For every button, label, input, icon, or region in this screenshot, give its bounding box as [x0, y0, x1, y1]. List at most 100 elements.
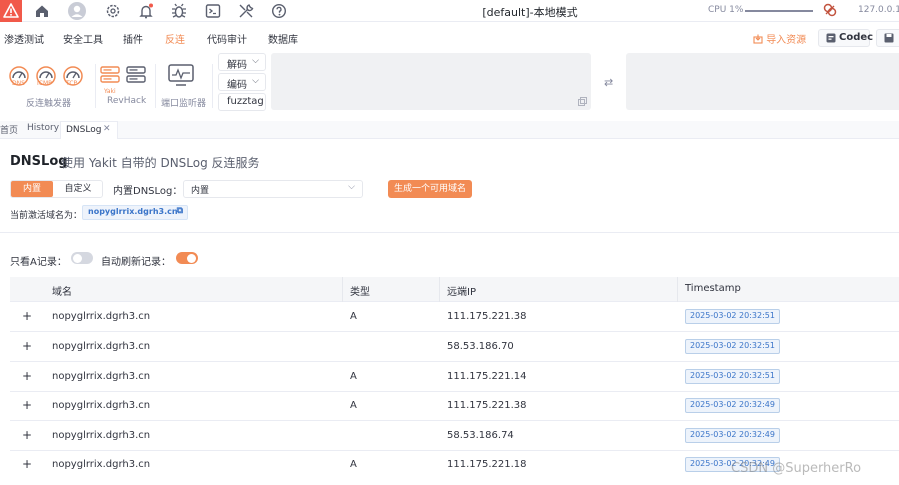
warning-logo-icon: [3, 3, 19, 18]
help-icon[interactable]: [270, 2, 288, 20]
menu-security-tools[interactable]: 安全工具: [63, 31, 103, 46]
dns-trigger-label: DNS: [12, 80, 25, 87]
expand-row-icon[interactable]: +: [22, 457, 32, 471]
engine-host: 127.0.0.1: [858, 5, 899, 15]
active-domain-value: nopyglrrix.dgrh3.cn: [88, 207, 178, 216]
column-header-timestamp: Timestamp: [685, 283, 741, 294]
close-icon[interactable]: ✕: [103, 124, 111, 134]
codec-input-area[interactable]: [271, 53, 591, 110]
column-header-type: 类型: [350, 287, 370, 298]
cell-type: A: [350, 400, 357, 411]
tab-bar: 首页 History DNSLog ✕: [0, 121, 899, 139]
expand-row-icon[interactable]: +: [22, 428, 32, 442]
table-header: 域名 类型 远端IP Timestamp: [10, 277, 899, 302]
menu-reverse[interactable]: 反连: [165, 31, 185, 46]
expand-row-icon[interactable]: +: [22, 339, 32, 353]
auto-refresh-toggle[interactable]: [176, 252, 198, 264]
table-row[interactable]: + nopyglrrix.dgrh3.cn 58.53.186.74 2025-…: [10, 422, 899, 451]
encode-dropdown[interactable]: 编码 ⌵: [218, 73, 266, 91]
window-title: [default]-本地模式: [482, 6, 578, 19]
cell-type: A: [350, 459, 357, 470]
tab-dnslog-label: DNSLog: [66, 125, 102, 135]
generate-domain-button[interactable]: 生成一个可用域名: [388, 180, 472, 198]
cell-domain: nopyglrrix.dgrh3.cn: [52, 459, 151, 470]
user-avatar-icon[interactable]: [67, 1, 87, 21]
port-monitor-icon[interactable]: [168, 63, 194, 87]
port-monitor-label: 端口监听器: [161, 99, 207, 109]
save-icon: [884, 33, 894, 43]
menu-pentest[interactable]: 渗透测试: [4, 31, 44, 46]
column-separator: [342, 277, 343, 302]
cpu-usage-label: CPU 1%: [708, 5, 744, 15]
expand-row-icon[interactable]: +: [22, 398, 32, 412]
codec-button[interactable]: Codec: [818, 29, 873, 47]
bug-debug-icon[interactable]: [170, 2, 188, 20]
mode-builtin-button[interactable]: 内置: [11, 181, 53, 197]
swap-icon[interactable]: ⇄: [604, 76, 613, 89]
copy-icon[interactable]: ⧉: [177, 206, 183, 216]
section-divider: [0, 232, 899, 233]
tab-home[interactable]: 首页: [0, 123, 18, 136]
engine-status-icon[interactable]: [823, 3, 837, 17]
cell-domain: nopyglrrix.dgrh3.cn: [52, 311, 151, 322]
table-row[interactable]: + nopyglrrix.dgrh3.cn 58.53.186.70 2025-…: [10, 333, 899, 362]
builtin-dnslog-select[interactable]: 内置 ⌵: [183, 180, 363, 198]
chevron-down-icon: ⌵: [252, 76, 259, 86]
cell-remote-ip: 111.175.221.38: [447, 311, 527, 322]
cell-type: A: [350, 371, 357, 382]
table-row[interactable]: + nopyglrrix.dgrh3.cn A 111.175.221.14 2…: [10, 363, 899, 392]
toggle-knob: [187, 253, 196, 263]
expand-row-icon[interactable]: +: [22, 309, 32, 323]
only-a-record-label: 只看A记录：: [10, 257, 67, 268]
yaki-label: Yaki: [104, 88, 116, 95]
revhack-server-icon[interactable]: [126, 65, 146, 85]
table-row[interactable]: + nopyglrrix.dgrh3.cn A 111.175.221.38 2…: [10, 392, 899, 421]
top-bar: [default]-本地模式 CPU 1% 127.0.0.1: [0, 0, 899, 22]
mode-custom-button[interactable]: 自定义: [53, 181, 103, 197]
cell-remote-ip: 111.175.221.38: [447, 400, 527, 411]
menu-plugins[interactable]: 插件: [123, 31, 143, 46]
tab-history[interactable]: History: [27, 123, 59, 133]
table-row[interactable]: + nopyglrrix.dgrh3.cn A 111.175.221.38 2…: [10, 303, 899, 332]
menu-code-audit[interactable]: 代码审计: [207, 31, 247, 46]
fuzztag-button[interactable]: fuzztag: [218, 93, 266, 111]
cell-domain: nopyglrrix.dgrh3.cn: [52, 371, 151, 382]
reverse-trigger-group-label: 反连触发器: [26, 99, 72, 109]
terminal-icon[interactable]: [204, 2, 222, 20]
yakit-logo[interactable]: [0, 0, 22, 22]
column-header-domain: 域名: [52, 287, 72, 298]
page-subtitle: 使用 Yakit 自带的 DNSLog 反连服务: [61, 156, 260, 170]
encode-label: 编码: [227, 80, 247, 91]
save-button[interactable]: [876, 29, 899, 47]
timestamp-tag: 2025-03-02 20:32:49: [685, 428, 780, 443]
codec-output-area[interactable]: [626, 53, 899, 110]
copy-icon[interactable]: [578, 97, 587, 106]
cell-remote-ip: 111.175.221.18: [447, 459, 527, 470]
column-header-remote-ip: 远端IP: [447, 287, 476, 298]
notification-bell-icon[interactable]: [137, 2, 155, 20]
main-menu: 渗透测试 安全工具 插件 反连 代码审计 数据库 导入资源: [0, 28, 899, 48]
settings-gear-icon[interactable]: [104, 2, 122, 20]
cell-remote-ip: 58.53.186.70: [447, 341, 514, 352]
yaki-server-icon[interactable]: [100, 65, 120, 85]
builtin-dnslog-label: 内置DNSLog：: [113, 186, 183, 197]
timestamp-tag: 2025-03-02 20:32:51: [685, 309, 780, 324]
ribbon-divider: [212, 64, 213, 108]
only-a-record-toggle[interactable]: [71, 252, 93, 264]
active-domain-tag: nopyglrrix.dgrh3.cn ⧉: [82, 205, 188, 220]
decode-dropdown[interactable]: 解码 ⌵: [218, 53, 266, 71]
timestamp-tag: 2025-03-02 20:32:49: [685, 398, 780, 413]
timestamp-tag: 2025-03-02 20:32:51: [685, 339, 780, 354]
menu-database[interactable]: 数据库: [268, 31, 298, 46]
active-domain-label: 当前激活域名为：: [10, 211, 83, 221]
home-icon[interactable]: [33, 2, 51, 20]
dnslog-mode-switch: 内置 自定义: [10, 180, 103, 198]
chevron-down-icon: ⌵: [252, 56, 259, 66]
icmp-trigger-label: ICMP: [37, 80, 52, 87]
import-resource-button[interactable]: 导入资源: [753, 31, 806, 46]
fuzztag-label: fuzztag: [227, 96, 264, 107]
builtin-dnslog-value: 内置: [191, 186, 210, 196]
tools-icon[interactable]: [237, 2, 255, 20]
import-icon: [753, 34, 763, 44]
expand-row-icon[interactable]: +: [22, 369, 32, 383]
